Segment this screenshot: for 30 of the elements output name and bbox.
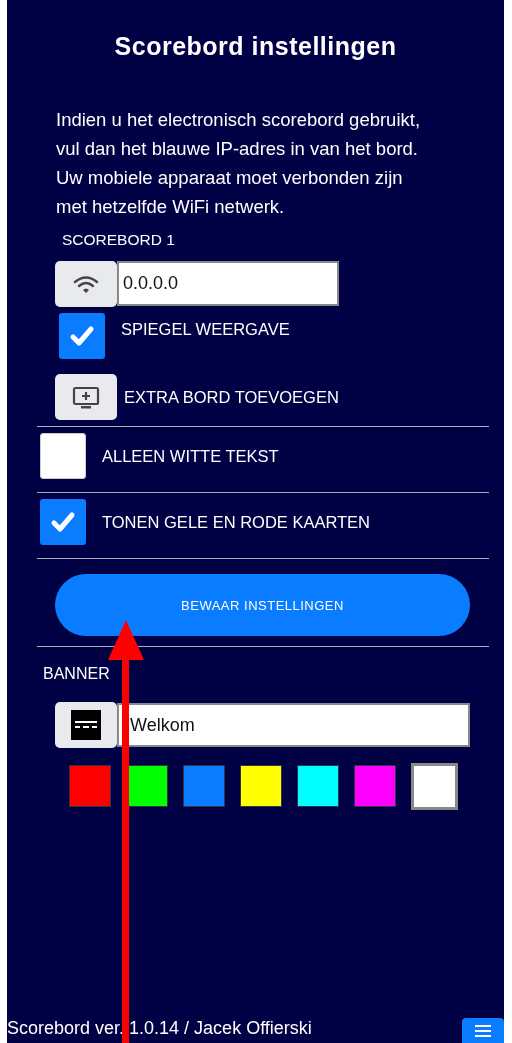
footer-text: Scorebord ver. 1.0.14 / Jacek Offierski [7, 1018, 312, 1039]
checkbox-label: ALLEEN WITTE TEKST [102, 447, 279, 466]
banner-icon [71, 710, 101, 740]
monitor-plus-icon [72, 385, 100, 409]
color-swatch[interactable] [126, 765, 168, 807]
wifi-icon [73, 274, 99, 294]
checkbox-label: TONEN GELE EN RODE KAARTEN [102, 513, 371, 532]
checkbox[interactable] [59, 313, 105, 359]
color-swatch[interactable] [297, 765, 339, 807]
color-swatch[interactable] [411, 763, 458, 810]
color-swatch[interactable] [183, 765, 225, 807]
checkbox-label: SPIEGEL WEERGAVE [121, 320, 290, 339]
add-board-button[interactable] [55, 374, 117, 420]
ip-address-field[interactable]: 0.0.0.0 [117, 261, 339, 306]
menu-button[interactable] [462, 1018, 504, 1043]
checkbox[interactable] [40, 499, 86, 545]
banner-button[interactable] [55, 702, 117, 748]
color-swatch[interactable] [240, 765, 282, 807]
color-swatch[interactable] [69, 765, 111, 807]
banner-text-field[interactable]: Welkom [117, 703, 470, 747]
add-board-label: EXTRA BORD TOEVOEGEN [124, 387, 339, 407]
section-label: SCOREBORD 1 [62, 231, 176, 249]
section-label: BANNER [43, 665, 111, 683]
checkbox[interactable] [40, 433, 86, 479]
menu-icon [475, 1024, 491, 1037]
save-button[interactable]: BEWAAR INSTELLINGEN [55, 574, 470, 636]
page-title: Scorebord instellingen [113, 32, 398, 61]
color-swatch[interactable] [354, 765, 396, 807]
wifi-button[interactable] [55, 261, 117, 307]
intro-text: Indien u het electronisch scorebord gebruikt, vul dan het blauwe IP-adres in van het bord. Uw mobiele apparaat moet verbonden zijn met hetzelfde WiFi netwerk. [56, 108, 422, 219]
